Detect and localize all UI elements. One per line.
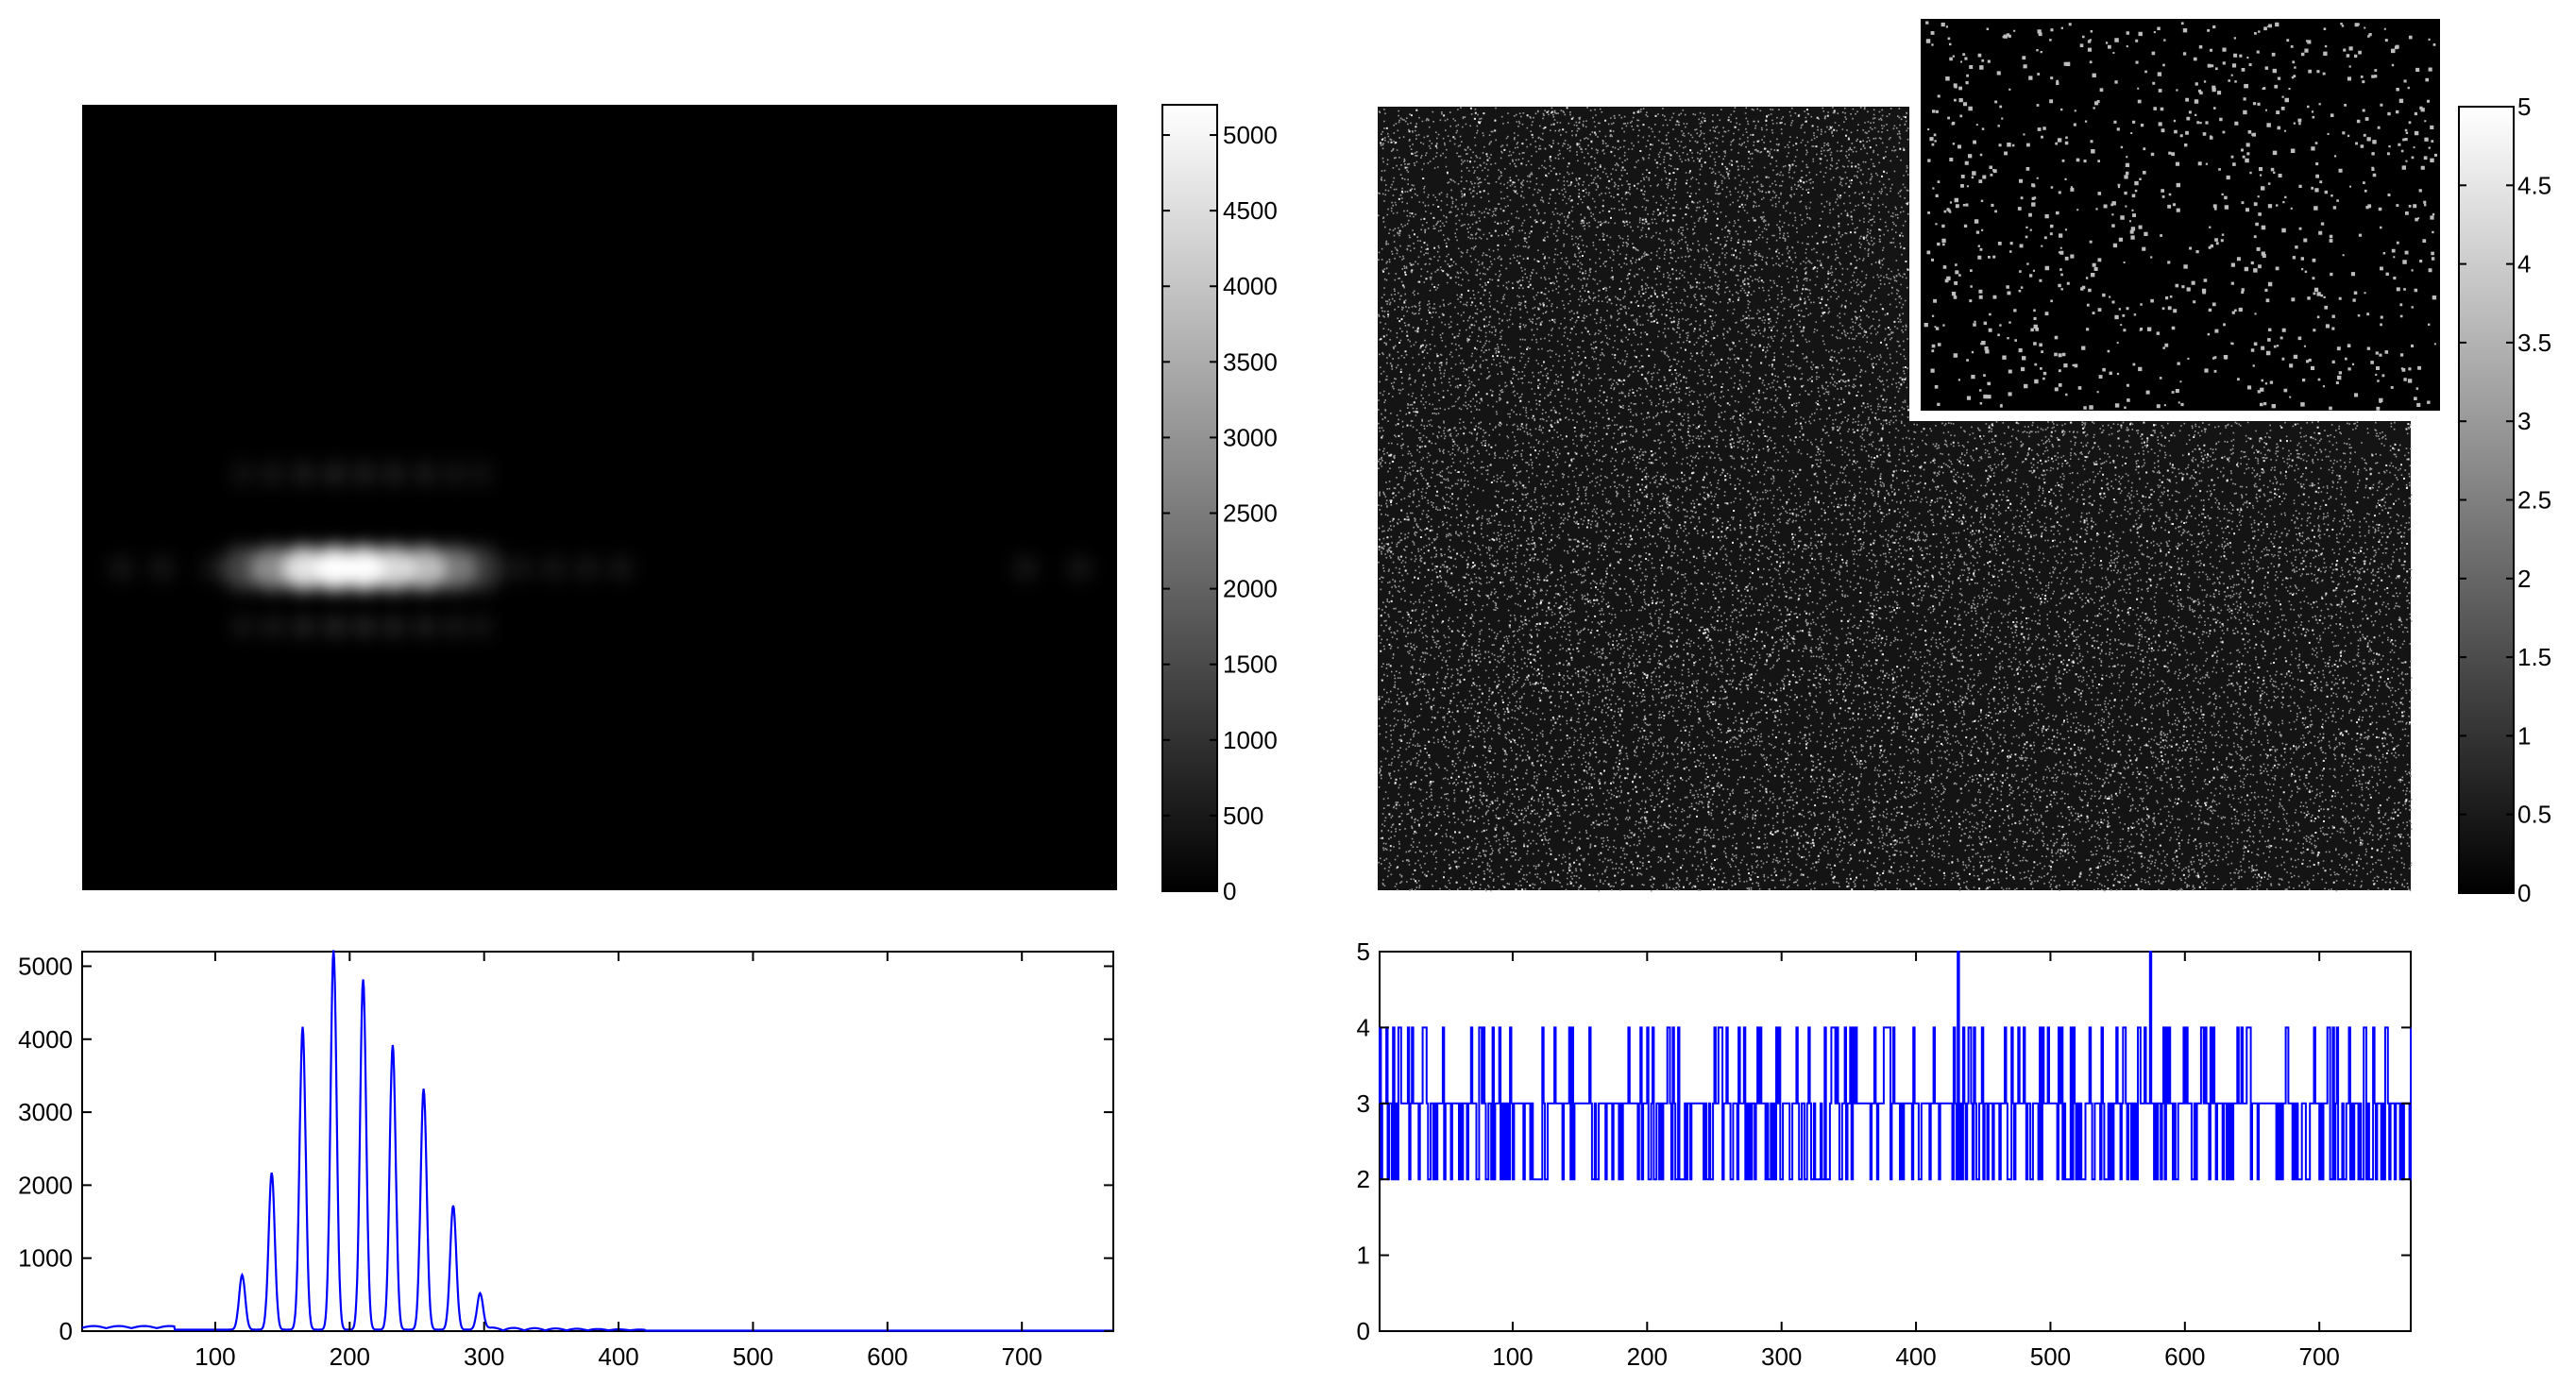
intensity-lobe: [261, 615, 284, 638]
intensity-ghost-spot: [1065, 554, 1093, 582]
count-colorbar-gradient: [2458, 106, 2515, 894]
intensity-lobe: [231, 615, 255, 638]
intensity-lobe: [231, 460, 255, 487]
intensity-image-background: [82, 105, 1117, 890]
y-tick-label: 2: [1357, 1165, 1370, 1193]
colorbar-tick-label: 3.5: [2517, 329, 2551, 357]
count-profile-plot: 100 200 300 400 500 600 700 0 1 2 3 4 5: [1357, 937, 2412, 1371]
colorbar-tick-label: 3: [2517, 407, 2531, 435]
y-tick-label: 4: [1357, 1013, 1370, 1041]
x-tick-label: 500: [2030, 1342, 2071, 1371]
y-tick-label: 4000: [18, 1025, 73, 1054]
intensity-ghost-spot: [505, 554, 533, 582]
colorbar-tick-label: 5: [2517, 93, 2531, 121]
x-tick-label: 700: [2298, 1342, 2339, 1371]
colorbar-tick-label: 0: [2517, 879, 2531, 907]
x-tick-label: 700: [1001, 1342, 1042, 1371]
y-tick-label: 1: [1357, 1241, 1370, 1270]
intensity-ghost-spot: [607, 554, 635, 582]
intensity-ghost-spot: [108, 554, 135, 582]
intensity-lobe: [382, 460, 406, 487]
intensity-lobe: [292, 460, 315, 487]
x-tick-label: 200: [330, 1342, 370, 1371]
colorbar-tick-label: 2000: [1223, 575, 1278, 603]
colorbar-tick-label: 2.5: [2517, 486, 2551, 515]
colorbar-tick-label: 4.5: [2517, 171, 2551, 199]
intensity-lobe: [443, 615, 466, 638]
colorbar-tick-label: 3500: [1223, 347, 1278, 376]
y-tick-label: 5: [1357, 937, 1370, 966]
y-tick-label: 0: [59, 1317, 73, 1345]
intensity-profile-axes-box: [81, 951, 1114, 1332]
x-tick-label: 200: [1627, 1342, 1668, 1371]
y-tick-label: 0: [1357, 1317, 1370, 1345]
y-tick-label: 5000: [18, 952, 73, 980]
x-tick-label: 500: [733, 1342, 773, 1371]
intensity-ghost-spot: [539, 554, 567, 582]
colorbar-tick-label: 0.5: [2517, 801, 2551, 829]
intensity-lobe: [261, 460, 284, 487]
intensity-lobe: [413, 460, 436, 487]
intensity-lobe: [352, 460, 376, 487]
intensity-colorbar: 0 500 1000 1500 2000 2500 3000 3500 4000 4500 5000: [1161, 104, 1278, 905]
count-profile-axes-box: [1379, 951, 2412, 1332]
x-tick-label: 400: [1895, 1342, 1936, 1371]
colorbar-tick-label: 0: [1223, 877, 1236, 905]
intensity-lobe: [443, 460, 466, 487]
y-tick-label: 2000: [18, 1171, 73, 1199]
colorbar-tick-label: 500: [1223, 802, 1263, 830]
x-tick-label: 400: [598, 1342, 638, 1371]
intensity-ghost-spot: [1011, 554, 1039, 582]
count-image-panel: [1378, 9, 2444, 892]
intensity-lobe: [352, 615, 376, 638]
intensity-colorbar-gradient: [1161, 104, 1218, 892]
count-colorbar: 0 0.5 1 1.5 2 2.5 3 3.5 4 4.5 5: [2458, 93, 2551, 907]
x-tick-label: 100: [1492, 1342, 1533, 1371]
intensity-lobe: [323, 460, 347, 487]
intensity-lobe: [382, 615, 406, 638]
intensity-spot: [460, 545, 502, 591]
colorbar-tick-label: 4: [2517, 250, 2531, 278]
intensity-image-panel: [82, 105, 1117, 890]
x-tick-label: 300: [1761, 1342, 1802, 1371]
x-tick-label: 600: [867, 1342, 907, 1371]
colorbar-tick-label: 4000: [1223, 272, 1278, 300]
y-tick-label: 3: [1357, 1089, 1370, 1118]
x-tick-label: 600: [2164, 1342, 2205, 1371]
intensity-lobe: [469, 460, 493, 487]
colorbar-tick-label: 4500: [1223, 196, 1278, 225]
y-tick-label: 1000: [18, 1244, 73, 1273]
figure-canvas: 0500100015002000250030003500400045005000…: [18, 9, 2551, 1371]
x-tick-label: 300: [464, 1342, 504, 1371]
colorbar-tick-label: 2500: [1223, 499, 1278, 528]
colorbar-tick-label: 1000: [1223, 726, 1278, 754]
colorbar-tick-label: 1500: [1223, 650, 1278, 679]
colorbar-tick-label: 5000: [1223, 121, 1278, 149]
intensity-profile-plot: 100 200 300 400 500 600 700 0 1000 2000 3000 4000 50…: [18, 950, 1114, 1371]
intensity-lobe: [292, 615, 315, 638]
colorbar-tick-label: 1: [2517, 721, 2531, 750]
colorbar-tick-label: 2: [2517, 565, 2531, 593]
intensity-ghost-spot: [148, 554, 176, 582]
colorbar-tick-label: 1.5: [2517, 643, 2551, 671]
intensity-lobe: [323, 615, 347, 638]
intensity-ghost-spot: [573, 554, 601, 582]
intensity-lobe: [413, 615, 436, 638]
colorbar-tick-label: 3000: [1223, 423, 1278, 451]
x-tick-label: 100: [195, 1342, 235, 1371]
y-tick-label: 3000: [18, 1098, 73, 1126]
intensity-lobe: [469, 615, 493, 638]
